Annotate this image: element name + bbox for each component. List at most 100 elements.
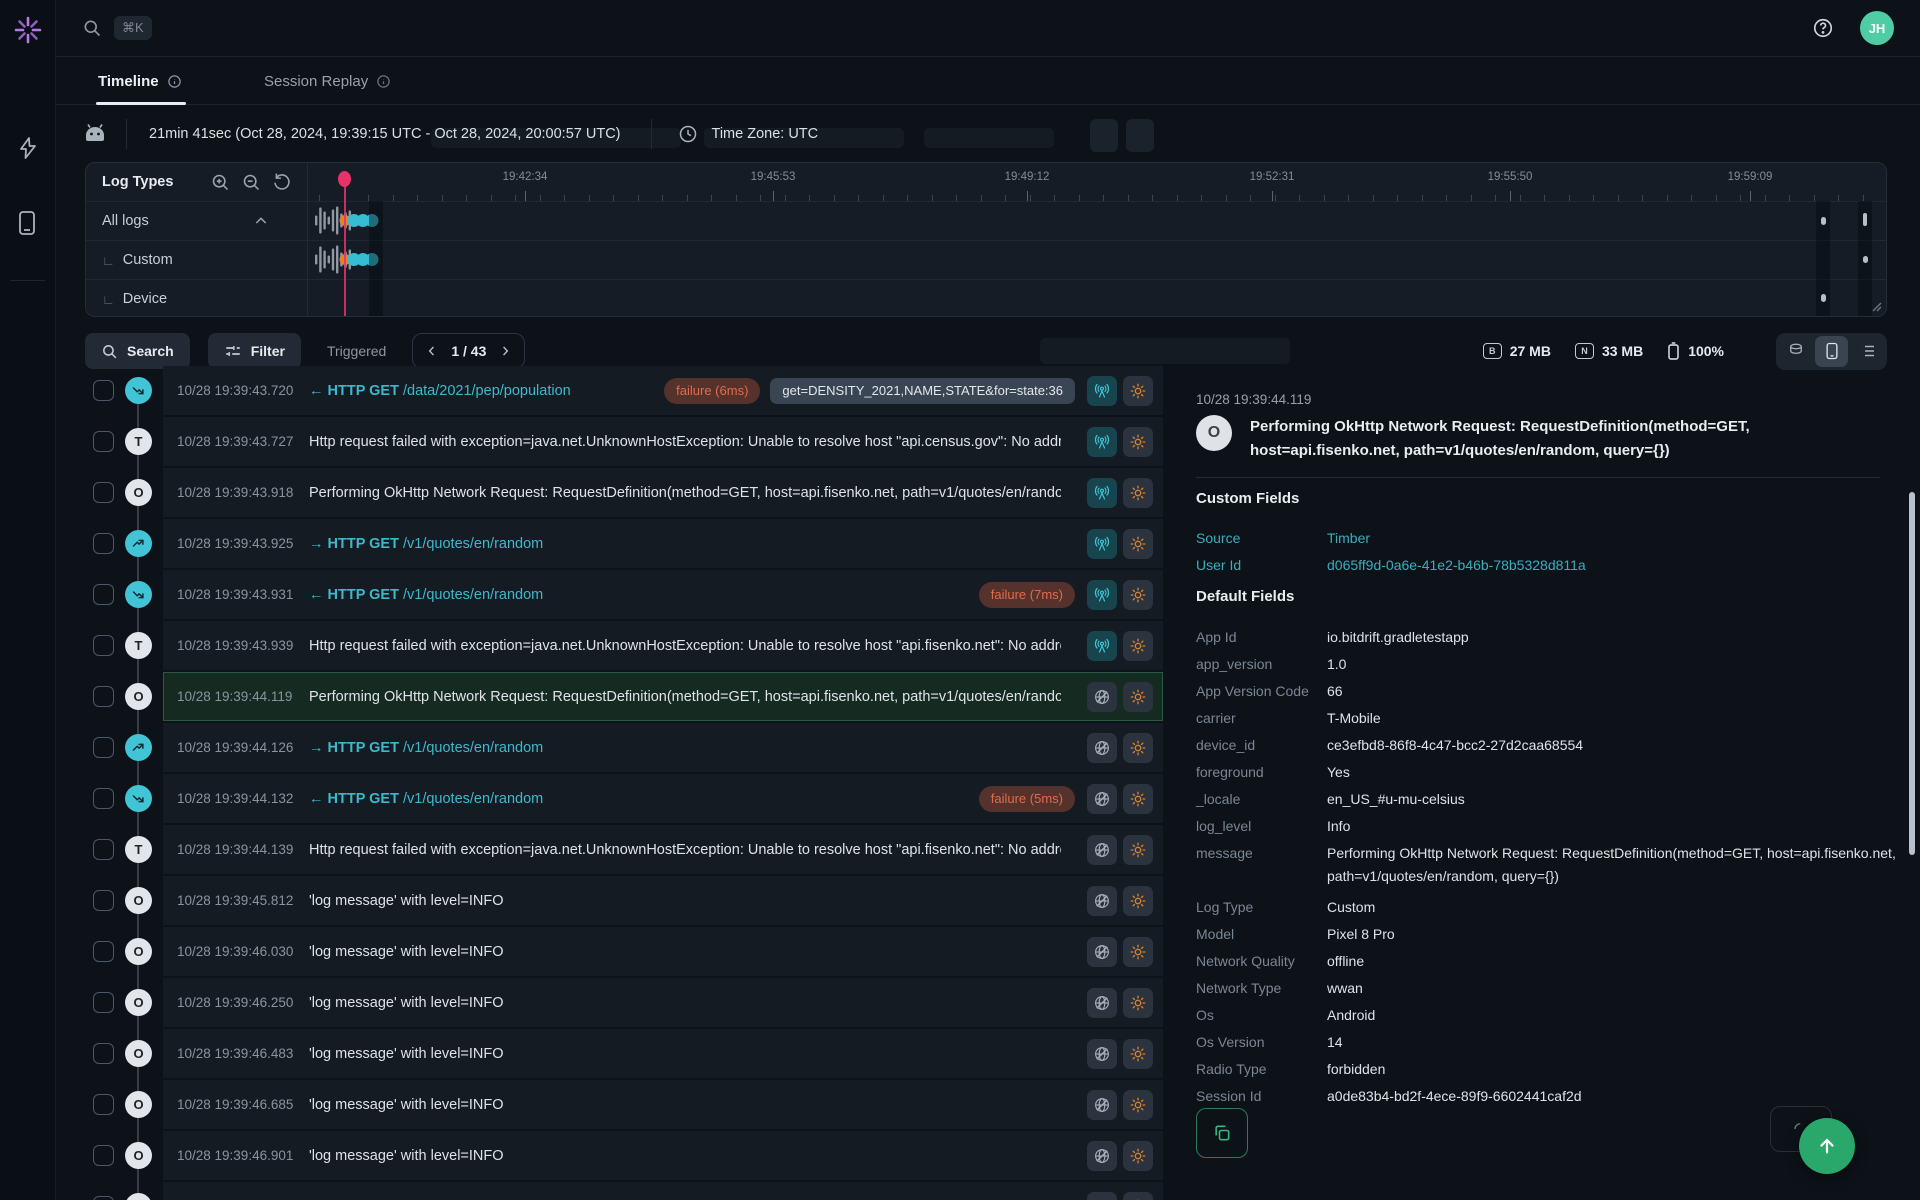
sun-icon[interactable] xyxy=(1123,834,1153,865)
row-checkbox[interactable] xyxy=(93,839,114,860)
events-bolt-icon[interactable] xyxy=(16,136,40,160)
row-checkbox[interactable] xyxy=(93,1145,114,1166)
row-checkbox[interactable] xyxy=(93,737,114,758)
row-checkbox[interactable] xyxy=(93,380,114,401)
row-checkbox[interactable] xyxy=(93,482,114,503)
globe-offline-icon[interactable] xyxy=(1087,681,1117,712)
global-search[interactable]: ⌘K xyxy=(82,16,152,40)
globe-offline-icon[interactable] xyxy=(1087,885,1117,916)
radio-tower-icon[interactable] xyxy=(1087,630,1117,661)
sun-icon[interactable] xyxy=(1123,936,1153,967)
row-checkbox[interactable] xyxy=(93,686,114,707)
search-button[interactable]: Search xyxy=(85,333,190,369)
timeline-lane-custom[interactable]: ∟ Custom xyxy=(102,248,173,272)
search-icon xyxy=(103,344,117,358)
copy-button[interactable] xyxy=(1196,1108,1248,1158)
globe-offline-icon[interactable] xyxy=(1087,1038,1117,1069)
sun-icon[interactable] xyxy=(1123,783,1153,814)
globe-offline-icon[interactable] xyxy=(1087,1089,1117,1120)
sun-icon[interactable] xyxy=(1123,426,1153,457)
row-checkbox[interactable] xyxy=(93,1196,114,1200)
sun-icon[interactable] xyxy=(1123,477,1153,508)
tab-session-replay[interactable]: Session Replay xyxy=(264,57,391,105)
row-checkbox[interactable] xyxy=(93,533,114,554)
log-row[interactable]: O 10/28 19:39:44.119 Performing OkHttp Net… xyxy=(85,672,1163,721)
playhead[interactable] xyxy=(338,171,351,187)
globe-offline-icon[interactable] xyxy=(1087,1140,1117,1171)
field-row: Log Type Custom xyxy=(1196,894,1906,921)
row-checkbox[interactable] xyxy=(93,788,114,809)
globe-offline-icon[interactable] xyxy=(1087,1191,1117,1200)
data-view-icon[interactable] xyxy=(1779,336,1812,367)
sun-icon[interactable] xyxy=(1123,579,1153,610)
log-row[interactable]: T 10/28 19:39:43.939 Http request failed w… xyxy=(85,621,1163,670)
log-row[interactable]: T 10/28 19:39:43.727 Http request failed w… xyxy=(85,417,1163,466)
radio-tower-icon[interactable] xyxy=(1087,375,1117,406)
chevron-right-icon[interactable] xyxy=(498,344,512,358)
log-row[interactable]: O 10/28 19:39:43.918 Performing OkHttp Net… xyxy=(85,468,1163,517)
log-row[interactable]: O 10/28 19:39:46.483 'log message' with le… xyxy=(85,1029,1163,1078)
radio-tower-icon[interactable] xyxy=(1087,579,1117,610)
log-row[interactable]: 10/28 19:39:43.720 ← HTTP GET /data/2021/… xyxy=(85,366,1163,415)
help-icon[interactable] xyxy=(1812,17,1834,39)
avatar[interactable]: JH xyxy=(1860,11,1894,45)
sun-icon[interactable] xyxy=(1123,1038,1153,1069)
playhead-line[interactable] xyxy=(344,173,346,316)
globe-offline-icon[interactable] xyxy=(1087,834,1117,865)
log-row[interactable]: 10/28 19:39:43.931 ← HTTP GET /v1/quotes/… xyxy=(85,570,1163,619)
sun-icon[interactable] xyxy=(1123,885,1153,916)
zoom-out-icon[interactable] xyxy=(241,172,263,194)
row-checkbox[interactable] xyxy=(93,635,114,656)
filter-button[interactable]: Filter xyxy=(207,333,301,369)
log-row[interactable]: O 10/28 19:39:46.030 'log message' with le… xyxy=(85,927,1163,976)
field-value[interactable]: Timber xyxy=(1327,525,1906,552)
field-label: Os xyxy=(1196,1007,1214,1023)
list-view-icon[interactable] xyxy=(1851,336,1884,367)
radio-tower-icon[interactable] xyxy=(1087,477,1117,508)
log-row[interactable]: O 10/28 19:39:45.812 'log message' with le… xyxy=(85,876,1163,925)
timeline-lane-all-logs[interactable]: All logs xyxy=(102,209,269,233)
sun-icon[interactable] xyxy=(1123,681,1153,712)
device-view-icon[interactable] xyxy=(1815,335,1848,367)
log-row[interactable]: O 10/28 19:39:46.685 'log message' with le… xyxy=(85,1080,1163,1129)
reset-zoom-icon[interactable] xyxy=(272,172,294,194)
log-row[interactable]: O 10/28 19:39:46.901 'log message' with le… xyxy=(85,1131,1163,1180)
sun-icon[interactable] xyxy=(1123,375,1153,406)
device-phone-icon[interactable] xyxy=(16,210,38,236)
sun-icon[interactable] xyxy=(1123,987,1153,1018)
log-row[interactable]: 10/28 19:39:44.126 → HTTP GET /v1/quotes/… xyxy=(85,723,1163,772)
sun-icon[interactable] xyxy=(1123,1140,1153,1171)
tab-timeline[interactable]: Timeline xyxy=(96,57,186,105)
row-checkbox[interactable] xyxy=(93,431,114,452)
log-row[interactable]: O'log message' with level=INFO xyxy=(85,1182,1163,1200)
sun-icon[interactable] xyxy=(1123,630,1153,661)
globe-offline-icon[interactable] xyxy=(1087,732,1117,763)
zoom-in-icon[interactable] xyxy=(210,172,232,194)
chevron-left-icon[interactable] xyxy=(425,344,439,358)
globe-offline-icon[interactable] xyxy=(1087,987,1117,1018)
row-checkbox[interactable] xyxy=(93,992,114,1013)
log-row[interactable]: 10/28 19:39:43.925 → HTTP GET /v1/quotes/… xyxy=(85,519,1163,568)
scroll-top-fab[interactable] xyxy=(1799,1118,1855,1174)
row-checkbox[interactable] xyxy=(93,941,114,962)
row-checkbox[interactable] xyxy=(93,1094,114,1115)
row-checkbox[interactable] xyxy=(93,1043,114,1064)
scrollbar-thumb[interactable] xyxy=(1909,492,1915,855)
row-checkbox[interactable] xyxy=(93,890,114,911)
sun-icon[interactable] xyxy=(1123,1191,1153,1200)
chevron-up-icon[interactable] xyxy=(253,213,269,229)
app-logo-icon[interactable] xyxy=(14,16,42,44)
row-checkbox[interactable] xyxy=(93,584,114,605)
log-row[interactable]: O 10/28 19:39:46.250 'log message' with le… xyxy=(85,978,1163,1027)
sun-icon[interactable] xyxy=(1123,732,1153,763)
sun-icon[interactable] xyxy=(1123,1089,1153,1120)
log-row[interactable]: 10/28 19:39:44.132 ← HTTP GET /v1/quotes/… xyxy=(85,774,1163,823)
radio-tower-icon[interactable] xyxy=(1087,528,1117,559)
sun-icon[interactable] xyxy=(1123,528,1153,559)
radio-tower-icon[interactable] xyxy=(1087,426,1117,457)
field-value[interactable]: d065ff9d-0a6e-41e2-b46b-78b5328d811a xyxy=(1327,552,1906,579)
log-row[interactable]: T 10/28 19:39:44.139 Http request failed w… xyxy=(85,825,1163,874)
globe-offline-icon[interactable] xyxy=(1087,783,1117,814)
globe-offline-icon[interactable] xyxy=(1087,936,1117,967)
timeline-lane-device[interactable]: ∟ Device xyxy=(102,287,167,311)
